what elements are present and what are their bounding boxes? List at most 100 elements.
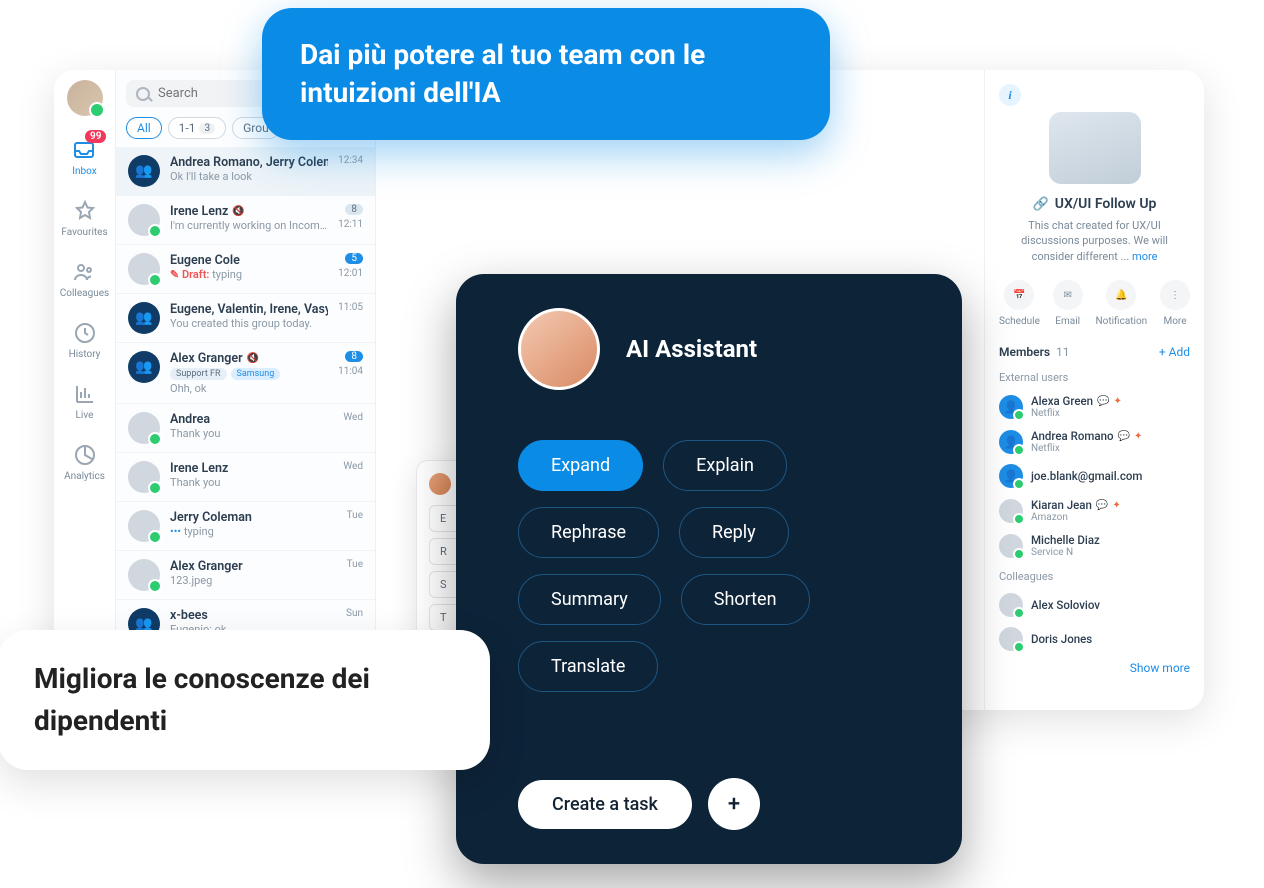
action-schedule[interactable]: 📅Schedule: [999, 280, 1040, 327]
user-avatar: [128, 510, 160, 542]
member-name: Alexa Green💬✦: [1031, 394, 1122, 408]
more-link[interactable]: more: [1132, 250, 1157, 263]
conversation-title: Alex Granger🔇: [170, 351, 328, 366]
member-avatar: 👤: [999, 395, 1023, 419]
link-icon: 🔗: [1033, 197, 1049, 212]
show-more-link[interactable]: Show more: [1130, 661, 1190, 675]
nav-live[interactable]: Live: [73, 382, 97, 421]
nav-inbox[interactable]: 99 Inbox: [72, 138, 96, 177]
ai-action-summary[interactable]: Summary: [518, 574, 661, 625]
chat-photo: [1049, 112, 1141, 184]
ai-action-shorten[interactable]: Shorten: [681, 574, 810, 625]
conversation-preview: Ok I'll take a look: [170, 170, 328, 183]
chat-icon: 💬: [1096, 500, 1108, 511]
info-icon[interactable]: i: [999, 84, 1021, 106]
ai-action-translate[interactable]: Translate: [518, 641, 658, 692]
add-member-link[interactable]: + Add: [1159, 345, 1190, 359]
user-avatar: [128, 461, 160, 493]
member-name: Michelle Diaz: [1031, 533, 1100, 547]
ai-action-reply[interactable]: Reply: [679, 507, 789, 558]
unread-badge: 5: [345, 253, 363, 264]
detail-actions: 📅Schedule ✉Email 🔔Notification ⋮More: [999, 280, 1190, 327]
member-item[interactable]: Alex Soloviov: [999, 593, 1190, 617]
nav-favourites[interactable]: Favourites: [61, 199, 107, 238]
user-avatar: [128, 204, 160, 236]
filter-1-1[interactable]: 1-13: [168, 117, 226, 139]
conversation-preview: You created this group today.: [170, 317, 328, 330]
ai-action-explain[interactable]: Explain: [663, 440, 787, 491]
conversation-title: Irene Lenz🔇: [170, 204, 328, 219]
conversation-item[interactable]: AndreaThank youWed: [116, 404, 375, 453]
conversation-item[interactable]: Irene LenzThank youWed: [116, 453, 375, 502]
conversation-item[interactable]: 👥Eugene, Valentin, Irene, Vasyly, E...Yo…: [116, 294, 375, 343]
member-item[interactable]: 👤Andrea Romano💬✦Netflix: [999, 429, 1190, 454]
chart-icon: [73, 382, 97, 406]
user-avatar: [128, 559, 160, 591]
headline-card-blue: Dai più potere al tuo team con le intuiz…: [262, 8, 830, 140]
conversation-item[interactable]: Irene Lenz🔇I'm currently working on Inco…: [116, 196, 375, 245]
conversation-title: Alex Granger: [170, 559, 337, 574]
conversation-item[interactable]: 👥 Andrea Romano, Jerry ColemanOk I'll tak…: [116, 147, 375, 196]
action-more[interactable]: ⋮More: [1160, 280, 1190, 327]
conversation-item[interactable]: Eugene Cole✎ Draft: typing512:01: [116, 245, 375, 294]
member-avatar: 👤: [999, 464, 1023, 488]
nav-sidebar: 99 Inbox Favourites Colleagues History: [54, 70, 116, 710]
member-avatar: [999, 627, 1023, 651]
member-item[interactable]: 👤 Alexa Green💬✦Netflix: [999, 394, 1190, 419]
profile-avatar[interactable]: [67, 80, 103, 116]
action-notification[interactable]: 🔔Notification: [1096, 280, 1148, 327]
people-icon: [72, 260, 96, 284]
user-avatar: [128, 253, 160, 285]
external-users-label: External users: [999, 371, 1190, 384]
group-avatar-icon: 👥: [128, 351, 160, 383]
conversation-time: Tue: [347, 510, 363, 521]
inbox-panel: All 1-13 Grou 👥Andrea Romano, Jerry Cole…: [116, 70, 376, 710]
member-item[interactable]: Michelle DiazService N: [999, 533, 1190, 558]
plus-button[interactable]: +: [708, 778, 760, 830]
chat-description: This chat created for UX/UI discussions …: [999, 218, 1190, 264]
action-email[interactable]: ✉Email: [1053, 280, 1083, 327]
member-item[interactable]: Kiaran Jean💬✦Amazon: [999, 498, 1190, 523]
ai-title: AI Assistant: [626, 335, 757, 363]
colleagues-label: Colleagues: [999, 570, 1190, 583]
member-item[interactable]: 👤joe.blank@gmail.com: [999, 464, 1190, 488]
ai-footer: Create a task +: [518, 778, 760, 830]
member-sub: Netflix: [1031, 408, 1122, 419]
colleagues-list: Alex Soloviov Doris Jones: [999, 583, 1190, 651]
conversation-preview: Thank you: [170, 476, 333, 489]
create-task-button[interactable]: Create a task: [518, 780, 692, 829]
conversation-list: 👥 Andrea Romano, Jerry ColemanOk I'll tak…: [116, 147, 375, 710]
member-item[interactable]: Doris Jones: [999, 627, 1190, 651]
conversation-title: Jerry Coleman: [170, 510, 337, 525]
chat-icon: 💬: [1118, 431, 1130, 442]
nav-analytics[interactable]: Analytics: [64, 443, 105, 482]
conversation-time: Sun: [346, 608, 363, 619]
group-avatar-icon: 👥: [128, 155, 160, 187]
mail-icon: ✉: [1053, 280, 1083, 310]
conversation-time: Wed: [343, 461, 363, 472]
member-name: Doris Jones: [1031, 632, 1092, 646]
inbox-icon: 99: [72, 138, 96, 162]
ai-action-rephrase[interactable]: Rephrase: [518, 507, 659, 558]
filter-all[interactable]: All: [126, 117, 162, 139]
member-name: Andrea Romano💬✦: [1031, 429, 1142, 443]
clock-icon: [73, 321, 97, 345]
conversation-time: 12:01: [338, 268, 363, 279]
member-sub: Netflix: [1031, 443, 1142, 454]
conversation-item[interactable]: Jerry Coleman••• typingTue: [116, 502, 375, 551]
conversation-time: 11:04: [338, 366, 363, 377]
conversation-item[interactable]: Alex Granger123.jpegTue: [116, 551, 375, 600]
ai-assistant-card: AI Assistant Expand ExplainRephrase Reply S…: [456, 274, 962, 864]
nav-history[interactable]: History: [69, 321, 101, 360]
muted-icon: 🔇: [232, 206, 244, 217]
nav-colleagues[interactable]: Colleagues: [60, 260, 109, 299]
conversation-time: 11:05: [338, 302, 363, 313]
star-icon: ✦: [1114, 396, 1122, 407]
chat-title: 🔗 UX/UI Follow Up: [999, 196, 1190, 212]
ai-action-expand[interactable]: Expand: [518, 440, 643, 491]
ai-peek-avatar: [429, 473, 451, 495]
conversation-title: Andrea Romano, Jerry Coleman: [170, 155, 328, 170]
conversation-item[interactable]: 👥Alex Granger🔇Support FRSamsungOhh, ok81…: [116, 343, 375, 404]
members-header: Members 11 + Add: [999, 345, 1190, 365]
draft-label: ✎ Draft:: [170, 268, 212, 281]
